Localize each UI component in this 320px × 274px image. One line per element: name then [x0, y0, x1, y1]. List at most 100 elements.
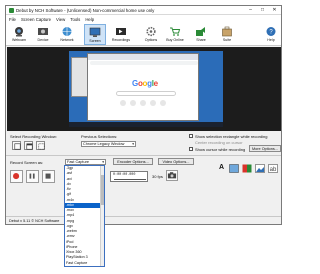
encoder-options-button[interactable]: Encoder Options... — [113, 158, 153, 165]
device-label: Device — [37, 38, 49, 42]
pause-button[interactable] — [26, 170, 39, 183]
record-button[interactable] — [10, 170, 23, 183]
format-option-fast-capture[interactable]: Fast Capture — [65, 261, 104, 266]
share-button[interactable]: Share — [190, 24, 212, 45]
stop-button[interactable] — [42, 170, 55, 183]
region-icon — [37, 142, 45, 150]
image-icon[interactable] — [255, 164, 265, 173]
pause-icon — [29, 173, 35, 179]
share-label: Share — [196, 38, 206, 42]
google-logo: Google — [132, 79, 158, 88]
timeline-slider[interactable] — [114, 179, 146, 180]
select-region-button[interactable] — [36, 141, 45, 150]
shortcut-icon — [130, 100, 136, 106]
video-options-button[interactable]: Video Options... — [158, 158, 194, 165]
show-rect-checkbox[interactable] — [189, 134, 193, 138]
status-text: Debut v 5.11 © NCH Software — [9, 219, 60, 223]
help-button[interactable]: ? Help — [263, 24, 279, 45]
browser-address-bar — [90, 61, 198, 65]
menu-screen-capture[interactable]: Screen Capture — [21, 17, 51, 22]
show-cursor-label: Show cursor while recording — [195, 147, 246, 152]
screen-button[interactable]: Screen — [84, 24, 106, 45]
previous-selections-value: Chrome Legacy Window — [83, 142, 125, 146]
camera-icon — [167, 172, 177, 179]
maximize-icon[interactable]: □ — [258, 7, 267, 14]
webcam-icon — [15, 27, 23, 37]
stop-icon — [45, 173, 51, 179]
snapshot-button[interactable] — [166, 170, 178, 181]
text-overlay-icon[interactable]: A — [219, 164, 224, 171]
screen-label: Screen — [89, 39, 101, 43]
record-as-label: Record Screen as: — [10, 160, 44, 165]
menu-view[interactable]: View — [56, 17, 65, 22]
title-bar[interactable]: Debut by NCH Software - (Unlicensed) Non… — [6, 6, 281, 15]
help-icon: ? — [266, 27, 276, 36]
select-fullscreen-button[interactable] — [12, 141, 21, 150]
cart-icon — [170, 27, 181, 36]
minimize-icon[interactable]: – — [246, 7, 255, 14]
close-icon[interactable]: ✕ — [270, 7, 279, 14]
show-cursor-checkbox[interactable] — [189, 147, 193, 151]
format-value: Fast Capture — [67, 160, 89, 164]
center-cursor-label: Center recording on cursor — [195, 140, 243, 145]
shortcut-icon — [150, 100, 156, 106]
select-window-label: Select Recording Window: — [10, 134, 57, 139]
toolbar: Webcam Device Network Screen Recordings … — [6, 23, 281, 46]
dropdown-scroll-thumb[interactable] — [101, 175, 104, 205]
recordings-button[interactable]: Recordings — [110, 24, 132, 45]
google-search-box — [116, 91, 176, 96]
dropdown-scrollbar[interactable] — [100, 166, 104, 266]
svg-text:ab: ab — [270, 167, 277, 173]
window-icon — [25, 142, 33, 150]
window-title: Debut by NCH Software - (Unlicensed) Non… — [16, 8, 155, 13]
buy-online-label: Buy Online — [166, 38, 184, 42]
watermark-icon[interactable]: ab — [268, 164, 278, 173]
buy-online-button[interactable]: Buy Online — [164, 24, 186, 45]
chevron-down-icon: ▾ — [132, 142, 134, 146]
webcam-button[interactable]: Webcam — [8, 24, 30, 45]
previous-selections-label: Previous Selections: — [81, 134, 118, 139]
shortcut-icon — [120, 100, 126, 106]
menu-help[interactable]: Help — [85, 17, 94, 22]
app-logo-icon — [9, 8, 14, 13]
select-window-button[interactable] — [24, 141, 33, 150]
screen-icon — [89, 27, 101, 37]
elapsed-time: 0:00:00.000 — [113, 173, 136, 177]
menu-file[interactable]: File — [9, 17, 16, 22]
recordings-icon — [116, 28, 126, 35]
fps-label: 30 fps — [152, 174, 163, 179]
share-icon — [196, 27, 205, 36]
screen-preview: Google — [7, 47, 281, 131]
recording-window-panel: Select Recording Window: Previous Select… — [6, 131, 281, 156]
menu-tools[interactable]: Tools — [70, 17, 80, 22]
recordings-label: Recordings — [111, 38, 131, 42]
status-bar: Debut v 5.11 © NCH Software — [6, 216, 281, 224]
options-icon — [146, 26, 156, 37]
effects-icon[interactable] — [229, 164, 239, 173]
shortcut-icon — [160, 100, 166, 106]
more-options-button[interactable]: More Options... — [249, 145, 281, 152]
menu-bar: File Screen Capture View Tools Help — [6, 15, 281, 23]
previous-selections-select[interactable]: Chrome Legacy Window ▾ — [81, 141, 136, 147]
webcam-label: Webcam — [11, 38, 27, 42]
captured-taskbar — [69, 122, 223, 127]
record-icon — [13, 173, 20, 180]
show-rect-label: Show selection rectangle while recording — [195, 134, 268, 139]
network-button[interactable]: Network — [56, 24, 78, 45]
fullscreen-icon — [13, 142, 21, 150]
color-adjust-icon[interactable] — [242, 164, 252, 173]
shortcut-icon — [140, 100, 146, 106]
suite-label: Suite — [222, 38, 232, 42]
network-label: Network — [60, 38, 74, 42]
device-icon — [38, 28, 48, 35]
suite-icon — [222, 26, 232, 37]
record-timeline: 0:00:00.000 — [110, 171, 148, 182]
suite-button[interactable]: Suite — [216, 24, 238, 45]
captured-desktop: Google — [69, 51, 223, 127]
options-button[interactable]: Options — [140, 24, 162, 45]
captured-browser-window: Google — [87, 53, 199, 121]
options-label: Options — [144, 38, 158, 42]
app-window: Debut by NCH Software - (Unlicensed) Non… — [5, 5, 282, 225]
network-icon — [62, 27, 72, 36]
device-button[interactable]: Device — [32, 24, 54, 45]
